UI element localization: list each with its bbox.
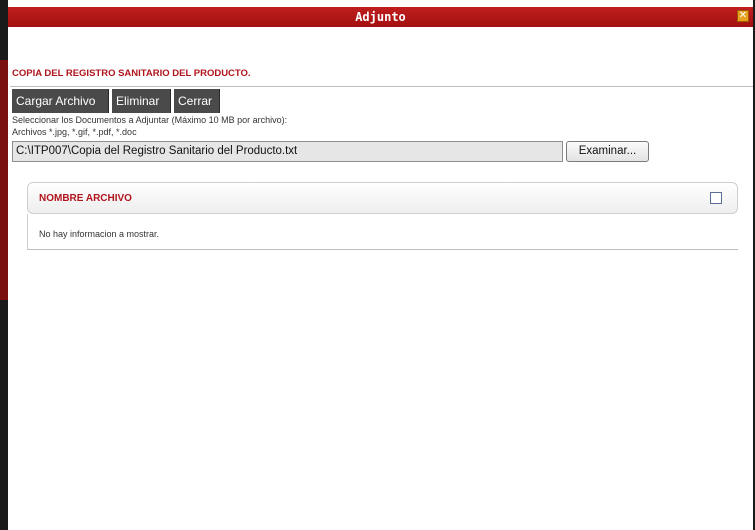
column-header-file-name[interactable]: NOMBRE ARCHIVO xyxy=(39,193,132,204)
browse-button[interactable]: Examinar... xyxy=(566,141,649,162)
file-path-input[interactable]: C:\ITP007\Copia del Registro Sanitario d… xyxy=(12,141,563,162)
delete-button[interactable]: Eliminar xyxy=(112,89,171,113)
upload-file-button[interactable]: Cargar Archivo xyxy=(12,89,109,113)
close-button[interactable]: Cerrar xyxy=(174,89,220,113)
window-titlebar[interactable]: Adjunto ✕ xyxy=(8,7,753,27)
section-divider xyxy=(10,86,753,87)
section-title: COPIA DEL REGISTRO SANITARIO DEL PRODUCT… xyxy=(12,68,251,79)
grid-body: No hay informacion a mostrar. xyxy=(27,214,738,250)
left-edge-accent xyxy=(0,60,8,300)
empty-grid-message: No hay informacion a mostrar. xyxy=(39,229,160,239)
window-left-edge xyxy=(0,0,8,530)
allowed-file-types: Archivos *.jpg, *.gif, *.pdf, *.doc xyxy=(12,127,137,137)
grid-header: NOMBRE ARCHIVO xyxy=(27,182,738,214)
upload-instructions: Seleccionar los Documentos a Adjuntar (M… xyxy=(12,115,288,125)
close-icon[interactable]: ✕ xyxy=(737,10,749,22)
window-title: Adjunto xyxy=(355,10,406,24)
select-all-checkbox[interactable] xyxy=(710,192,722,204)
attachments-grid: NOMBRE ARCHIVO No hay informacion a most… xyxy=(27,182,738,250)
